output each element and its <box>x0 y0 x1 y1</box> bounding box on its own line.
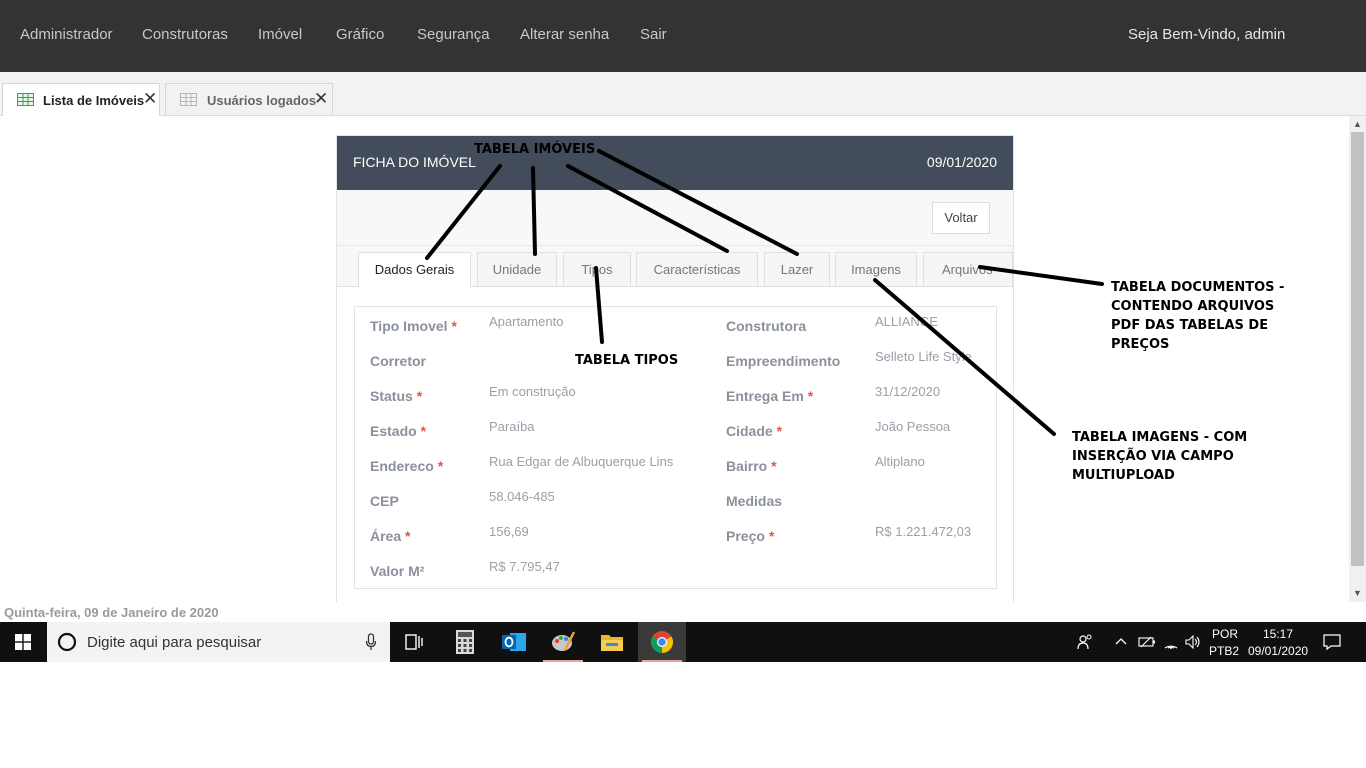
search-placeholder: Digite aqui para pesquisar <box>87 634 262 651</box>
label-cidade: Cidade * <box>726 423 783 439</box>
clock-time[interactable]: 15:17 <box>1263 627 1293 641</box>
label-valor-m2: Valor M² <box>370 563 425 579</box>
label-entrega-em: Entrega Em * <box>726 388 814 404</box>
label-medidas: Medidas <box>726 493 783 509</box>
label-status: Status * <box>370 388 423 404</box>
nav-seguranca[interactable]: Segurança <box>417 26 490 43</box>
nav-imovel[interactable]: Imóvel <box>258 26 302 43</box>
value-cep: 58.046-485 <box>489 489 555 504</box>
label-cep: CEP <box>370 493 399 509</box>
tab-lazer[interactable]: Lazer <box>764 252 830 286</box>
form-tabs: Dados Gerais Unidade Tipos Característic… <box>337 246 1013 287</box>
tab-dados-gerais[interactable]: Dados Gerais <box>358 252 471 287</box>
file-explorer-icon[interactable] <box>588 622 636 662</box>
label-estado: Estado * <box>370 423 427 439</box>
scroll-up-icon[interactable]: ▲ <box>1353 119 1362 129</box>
annotation-tabela-tipos: TABELA TIPOS <box>575 353 679 368</box>
battery-icon[interactable] <box>1138 635 1156 649</box>
close-icon[interactable]: ✕ <box>143 89 157 109</box>
tab-caracteristicas[interactable]: Características <box>636 252 758 286</box>
wifi-icon[interactable] <box>1163 635 1179 649</box>
clock-date[interactable]: 09/01/2020 <box>1248 644 1308 658</box>
scrollbar-thumb[interactable] <box>1351 132 1364 566</box>
welcome-text: Seja Bem-Vindo, admin <box>1128 26 1286 43</box>
label-area: Área * <box>370 528 411 544</box>
language-indicator[interactable]: POR <box>1212 627 1238 641</box>
calculator-icon[interactable] <box>441 622 489 662</box>
label-tipo-imovel: Tipo Imovel * <box>370 318 457 334</box>
value-preco: R$ 1.221.472,03 <box>875 524 972 539</box>
nav-construtoras[interactable]: Construtoras <box>142 26 228 43</box>
document-tab-bar: Lista de Imóveis ✕ Usuários logados ✕ <box>0 72 1366 116</box>
nav-administrador[interactable]: Administrador <box>20 26 113 43</box>
annotation-tabela-imoveis: TABELA IMÓVEIS <box>474 142 596 157</box>
label-construtora: Construtora <box>726 318 807 334</box>
value-tipo-imovel: Apartamento <box>489 314 564 329</box>
label-endereco: Endereco * <box>370 458 444 474</box>
value-estado: Paraíba <box>489 419 535 434</box>
windows-start-icon[interactable] <box>15 634 31 650</box>
label-bairro: Bairro * <box>726 458 777 474</box>
taskbar-search-box[interactable]: Digite aqui para pesquisar <box>47 622 390 662</box>
keyboard-layout[interactable]: PTB2 <box>1209 644 1239 658</box>
tab-usuarios-logados[interactable]: Usuários logados ✕ <box>165 83 333 115</box>
paint-icon[interactable] <box>539 622 587 662</box>
card-date: 09/01/2020 <box>926 154 997 170</box>
grid-icon <box>180 93 197 106</box>
nav-sair[interactable]: Sair <box>640 26 667 43</box>
tab-lista-imoveis[interactable]: Lista de Imóveis ✕ <box>2 83 160 116</box>
cortana-icon <box>57 632 77 652</box>
annotation-tabela-documentos: TABELA DOCUMENTOS - CONTENDO ARQUIVOS PD… <box>1111 280 1285 352</box>
scroll-down-icon[interactable]: ▼ <box>1353 588 1362 598</box>
tab-label: Usuários logados <box>207 93 317 108</box>
value-entrega-em: 31/12/2020 <box>875 384 941 399</box>
tab-arquivos[interactable]: Arquivos <box>923 252 1013 286</box>
value-endereco: Rua Edgar de Albuquerque Lins <box>489 454 674 469</box>
label-corretor: Corretor <box>370 353 427 369</box>
notification-icon[interactable] <box>1323 633 1341 651</box>
task-view-icon[interactable] <box>390 622 438 662</box>
nav-alterar-senha[interactable]: Alterar senha <box>520 26 609 43</box>
tab-unidade[interactable]: Unidade <box>477 252 557 286</box>
grid-icon <box>17 93 34 106</box>
value-valor-m2: R$ 7.795,47 <box>489 559 560 574</box>
tab-label: Lista de Imóveis <box>43 93 145 108</box>
chevron-up-icon[interactable] <box>1115 637 1127 645</box>
windows-taskbar: Digite aqui para pesquisar POR PTB2 15:1… <box>0 622 1366 662</box>
card-header: FICHA DO IMÓVEL 09/01/2020 <box>337 136 1013 190</box>
tab-tipos[interactable]: Tipos <box>563 252 631 286</box>
tab-imagens[interactable]: Imagens <box>835 252 917 286</box>
chrome-icon[interactable] <box>638 622 686 662</box>
card-toolbar: Voltar <box>337 190 1013 246</box>
volume-icon[interactable] <box>1185 635 1201 649</box>
outlook-icon[interactable] <box>490 622 538 662</box>
value-empreendimento: Selleto Life Style <box>875 349 972 364</box>
value-status: Em construção <box>489 384 576 399</box>
value-area: 156,69 <box>489 524 529 539</box>
top-navbar: Administrador Construtoras Imóvel Gráfic… <box>0 0 1366 72</box>
people-icon[interactable] <box>1077 634 1093 650</box>
value-construtora: ALLIANCE <box>875 314 938 329</box>
label-preco: Preço * <box>726 528 775 544</box>
status-bar-date: Quinta-feira, 09 de Janeiro de 2020 <box>4 605 219 620</box>
vertical-scrollbar[interactable]: ▲ ▼ <box>1349 116 1366 602</box>
microphone-icon[interactable] <box>365 633 377 651</box>
back-button[interactable]: Voltar <box>932 202 990 234</box>
value-bairro: Altiplano <box>875 454 925 469</box>
card-title: FICHA DO IMÓVEL <box>353 154 476 170</box>
nav-grafico[interactable]: Gráfico <box>336 26 384 43</box>
value-cidade: João Pessoa <box>875 419 951 434</box>
annotation-tabela-imagens: TABELA IMAGENS - COM INSERÇÃO VIA CAMPO … <box>1072 430 1248 483</box>
general-data-panel: Tipo Imovel * Apartamento Corretor Statu… <box>354 306 997 589</box>
label-empreendimento: Empreendimento <box>726 353 841 369</box>
close-icon[interactable]: ✕ <box>314 89 328 109</box>
